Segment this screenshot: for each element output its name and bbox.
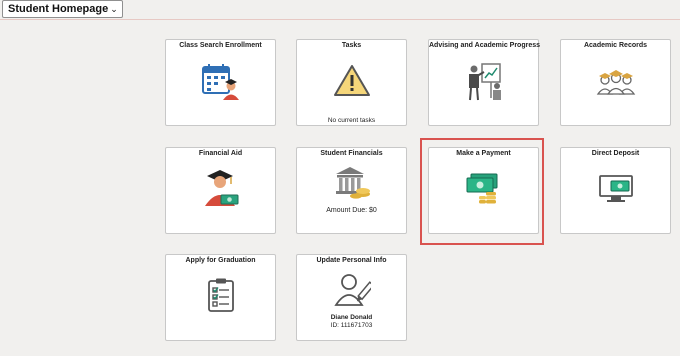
tile-advising-academic-progress[interactable]: Advising and Academic Progress (428, 39, 540, 126)
calendar-student-icon (200, 62, 242, 105)
tile-title: Academic Records (583, 42, 648, 49)
tasks-status-text: No current tasks (327, 117, 376, 124)
tile-class-search-enrollment[interactable]: Class Search Enrollment (165, 39, 276, 126)
homepage-label: Student Homepage (8, 3, 109, 15)
tile-title: Apply for Graduation (185, 257, 256, 264)
tile-title: Student Financials (320, 150, 383, 157)
tile-tasks[interactable]: Tasks No current tasks (296, 39, 407, 126)
tile-title: Class Search Enrollment (179, 42, 262, 49)
chevron-down-icon: ⌄ (110, 4, 118, 14)
top-bar: Student Homepage ⌄ (0, 0, 680, 20)
warning-icon (333, 64, 371, 103)
clipboard-checklist-icon (205, 277, 237, 318)
tile-financial-aid[interactable]: Financial Aid (165, 147, 276, 234)
amount-due-text: Amount Due: $0 (326, 207, 377, 214)
homepage-selector[interactable]: Student Homepage ⌄ (2, 0, 123, 18)
tile-student-financials[interactable]: Student Financials Amount Due: $0 (296, 147, 407, 234)
tile-title: Update Personal Info (316, 257, 387, 264)
tile-update-personal-info[interactable]: Update Personal Info Diane Donald ID: 11… (296, 254, 407, 341)
user-id: ID: 111671703 (330, 322, 373, 329)
tile-title: Financial Aid (198, 150, 243, 157)
graduates-icon (596, 66, 636, 101)
tile-title: Tasks (341, 42, 362, 49)
tile-title: Advising and Academic Progress (429, 42, 540, 49)
advisor-presentation-icon (464, 60, 504, 107)
tile-academic-records[interactable]: Academic Records (560, 39, 671, 126)
tile-title: Direct Deposit (591, 150, 640, 157)
selection-highlight (420, 138, 544, 245)
tile-direct-deposit[interactable]: Direct Deposit (560, 147, 671, 234)
graduate-money-icon (201, 168, 241, 213)
tile-apply-for-graduation[interactable]: Apply for Graduation (165, 254, 276, 341)
monitor-cash-icon (597, 174, 635, 211)
bank-coins-icon (332, 164, 372, 205)
user-name: Diane Donald (330, 314, 373, 321)
user-edit-icon (333, 271, 375, 312)
